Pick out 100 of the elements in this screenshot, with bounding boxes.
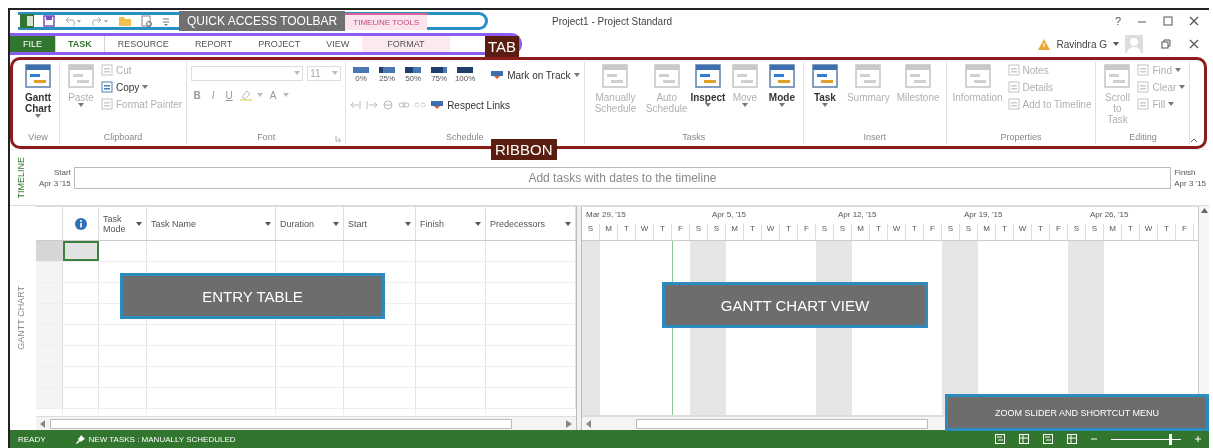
ribbon-tab[interactable]: VIEW [313,36,363,52]
day-label: T [618,224,636,240]
window-icon [1104,64,1131,88]
percent-complete-button[interactable]: 75% [428,67,451,83]
column-header[interactable]: Task Name [147,207,276,240]
window-icon [811,64,838,88]
row-header[interactable] [36,283,63,303]
ribbon-button[interactable]: Inspect [690,62,725,107]
group-label: Font [257,132,276,144]
close-icon[interactable] [1189,16,1199,26]
print-preview-icon[interactable] [141,14,153,28]
week-label: Apr 19, '15 [963,209,1004,221]
avatar-icon[interactable] [1125,35,1143,53]
maximize-icon[interactable] [1163,16,1173,26]
zoom-out-icon[interactable] [1091,436,1097,442]
ribbon-tab[interactable]: FORMAT [362,36,450,52]
ribbon-tab[interactable]: PROJECT [245,36,314,52]
column-header[interactable]: Duration [276,207,344,240]
scroll-left-icon[interactable] [40,419,46,428]
page-icon [1137,64,1150,76]
ribbon-tab[interactable]: RESOURCE [104,36,182,52]
scroll-left-icon[interactable] [586,419,592,428]
callout-tooltip: ENTRY TABLE [120,273,385,319]
customize-icon[interactable] [162,16,170,26]
zoom-slider-thumb[interactable] [1168,433,1172,445]
caret-icon [821,103,828,107]
column-header[interactable]: Start [344,207,416,240]
percent-complete-button[interactable]: 50% [402,67,425,83]
day-label: T [1032,224,1050,240]
highlight-icon[interactable] [239,89,254,101]
caret-icon [136,221,142,226]
caret-icon [35,114,41,118]
ribbon-button[interactable]: Gantt Chart [21,62,55,118]
ribbon-tab[interactable]: REPORT [181,36,246,52]
percent-complete-button[interactable]: 0% [350,67,373,83]
view-shortcut-icon[interactable] [995,434,1005,444]
day-label: W [1140,224,1158,240]
ribbon-button[interactable]: Mode [764,62,799,107]
column-header[interactable]: Finish [416,207,486,240]
row-header[interactable] [36,262,63,282]
account-name[interactable]: Ravindra G [1056,38,1107,50]
row-header[interactable] [36,388,63,408]
selected-cell[interactable] [63,241,99,261]
ribbon-button[interactable]: Task [807,62,842,107]
view-shortcut-icon[interactable] [1019,434,1029,444]
start-label: Start [53,167,71,177]
collapse-ribbon-icon[interactable] [1190,138,1198,143]
day-label: T [1158,224,1176,240]
row-header[interactable] [36,304,63,324]
link-icon[interactable] [398,100,411,110]
outdent-icon[interactable] [350,100,363,110]
percent-complete-button[interactable]: 25% [376,67,399,83]
window-icon [68,64,94,88]
folder-icon[interactable] [118,15,132,27]
scrollbar-thumb[interactable] [636,418,928,429]
unlink-icon[interactable] [414,100,427,110]
view-shortcut-icon[interactable] [1067,434,1077,444]
app-logo-icon[interactable] [20,14,34,28]
week-label: Apr 12, '15 [837,209,878,221]
zoom-in-icon[interactable] [1195,436,1201,442]
caret-icon [778,103,785,107]
caret-icon [265,221,271,226]
day-label: T [780,224,798,240]
indent-icon[interactable] [366,100,379,110]
font-name-field[interactable] [191,65,304,81]
save-icon[interactable] [43,15,55,27]
day-label: W [762,224,780,240]
row-header[interactable] [36,367,63,387]
column-header[interactable]: Task Mode [99,207,147,240]
day-label: M [600,224,618,240]
help-button[interactable]: ? [1114,15,1121,27]
restore-icon[interactable] [1161,39,1171,49]
close-icon[interactable] [1189,39,1199,49]
ribbon-tab[interactable]: TASK [55,36,105,52]
ribbon-button[interactable]: Copy [101,81,183,93]
group-label: Tasks [682,132,706,144]
caret-icon [142,85,149,89]
ribbon-button[interactable]: Mark on Track [490,69,580,81]
undo-icon[interactable] [64,16,82,26]
percent-complete-button[interactable]: 100% [454,67,477,83]
redo-icon[interactable] [91,16,109,26]
view-shortcut-icon[interactable] [1043,434,1053,444]
split-icon[interactable] [382,100,395,110]
scroll-right-icon[interactable] [566,419,572,428]
ribbon-tab[interactable]: FILE [10,36,55,52]
page-icon [1007,81,1020,93]
scroll-up-icon[interactable] [1200,208,1208,213]
ribbon-button[interactable]: Respect Links [430,99,510,111]
column-header[interactable]: Predecessors [486,207,576,240]
window-icon [25,64,51,88]
scrollbar-thumb[interactable] [50,418,512,429]
group-label: Schedule [446,132,484,144]
day-label: T [1122,224,1140,240]
row-header[interactable] [36,325,63,345]
status-text: NEW TASKS : MANUALLY SCHEDULED [88,434,236,444]
row-header[interactable] [36,346,63,366]
caret-icon [294,71,301,75]
day-label: T [744,224,762,240]
dialog-launcher-icon[interactable] [335,135,343,142]
page-icon [101,81,113,93]
